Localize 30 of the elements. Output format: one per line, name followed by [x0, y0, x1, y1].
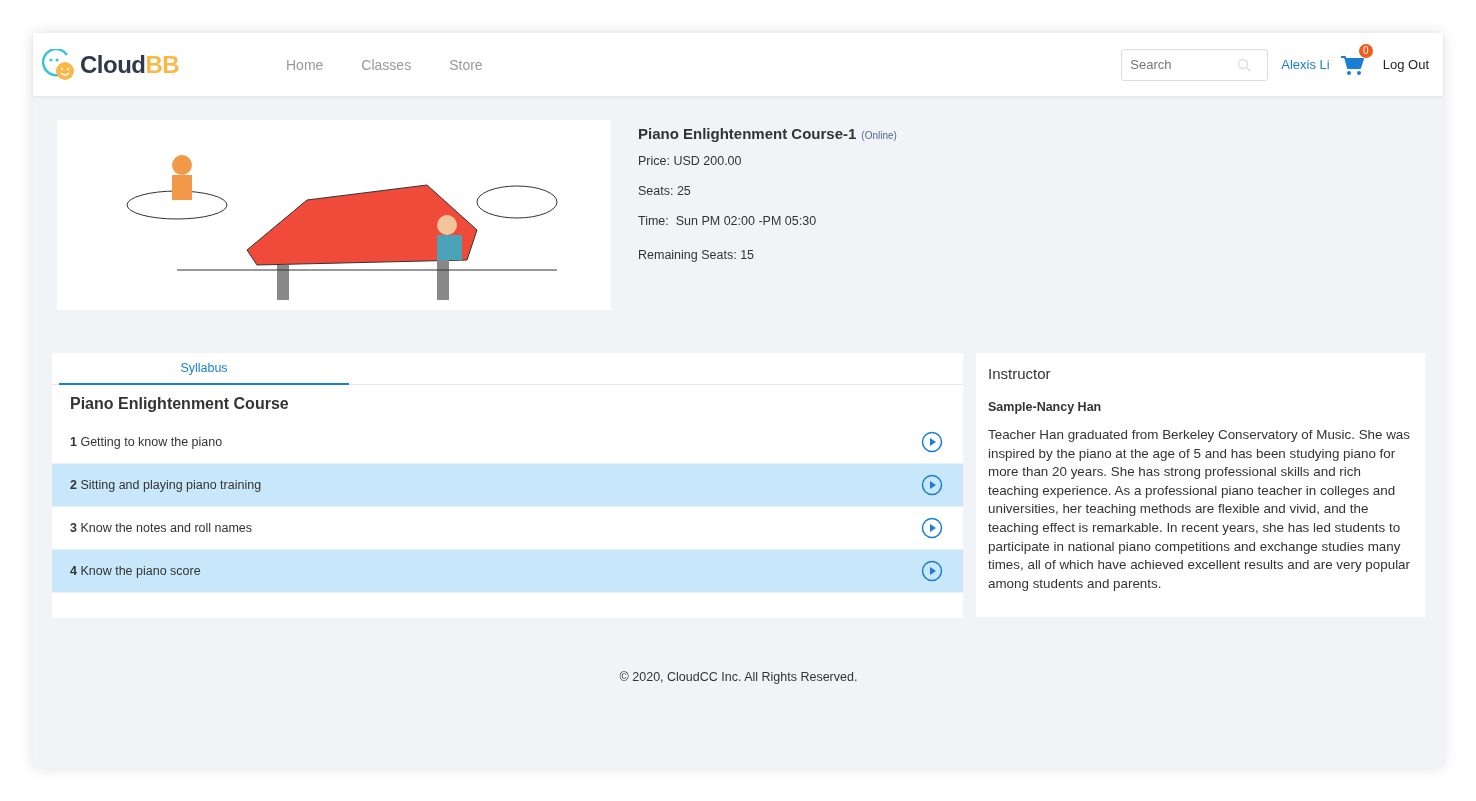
- course-detail: Price: USD 200.00: [638, 154, 743, 168]
- course-detail: Remaining Seats: 15: [638, 248, 756, 262]
- lesson-title: 1 Getting to know the piano: [70, 435, 223, 449]
- course-mode: (Online): [861, 130, 897, 141]
- lesson-title: 3 Know the notes and roll names: [70, 521, 253, 535]
- search-field[interactable]: Search: [1121, 48, 1269, 81]
- play-icon[interactable]: [921, 474, 943, 496]
- instructor-name: Sample-Nancy Han: [988, 400, 1103, 414]
- course-detail: Seats: 25: [638, 184, 692, 198]
- cart-count-badge: 0: [1358, 43, 1373, 58]
- logo-text[interactable]: CloudBB: [80, 50, 180, 79]
- play-icon[interactable]: [921, 517, 943, 539]
- instructor-heading: Instructor: [988, 365, 1052, 382]
- cart-icon[interactable]: [1339, 53, 1364, 76]
- copyright-text: © 2020, CloudCC Inc. All Rights Reserved.: [618, 670, 859, 684]
- lesson-title: 4 Know the piano score: [70, 564, 201, 578]
- logout-link[interactable]: Log Out: [1382, 57, 1429, 72]
- search-icon: [1237, 57, 1252, 72]
- chat-face-icon: [40, 48, 76, 81]
- course-title: Piano Enlightenment Course-1: [638, 125, 857, 142]
- instructor-bio: Teacher Han graduated from Berkeley Conservatory of Music. She was inspired by the piano at the age of 5 and has been studying piano for more than 20 years. She has strong professional skills and rich teaching experience. As a professional piano teacher in colleges and universities, her teaching methods are flexible and vivid, and the teaching effect is remarkable. In recent years, she has led students to participate in national piano competitions and exchange studies many times, all of which have achieved excellent results and are very popular among students and parents.: [988, 426, 1412, 593]
- syllabus-title: Piano Enlightenment Course: [70, 395, 290, 413]
- lesson-row[interactable]: 4 Know the piano score: [52, 550, 963, 593]
- play-icon[interactable]: [921, 431, 943, 453]
- lesson-row[interactable]: 2 Sitting and playing piano training: [52, 464, 963, 507]
- course-detail: Time: Sun PM 02:00 -PM 05:30: [638, 214, 818, 228]
- play-icon[interactable]: [921, 560, 943, 582]
- user-link[interactable]: Alexis Li: [1281, 57, 1330, 72]
- lesson-title: 2 Sitting and playing piano training: [70, 478, 262, 492]
- syllabus-tab[interactable]: Syllabus: [59, 353, 349, 385]
